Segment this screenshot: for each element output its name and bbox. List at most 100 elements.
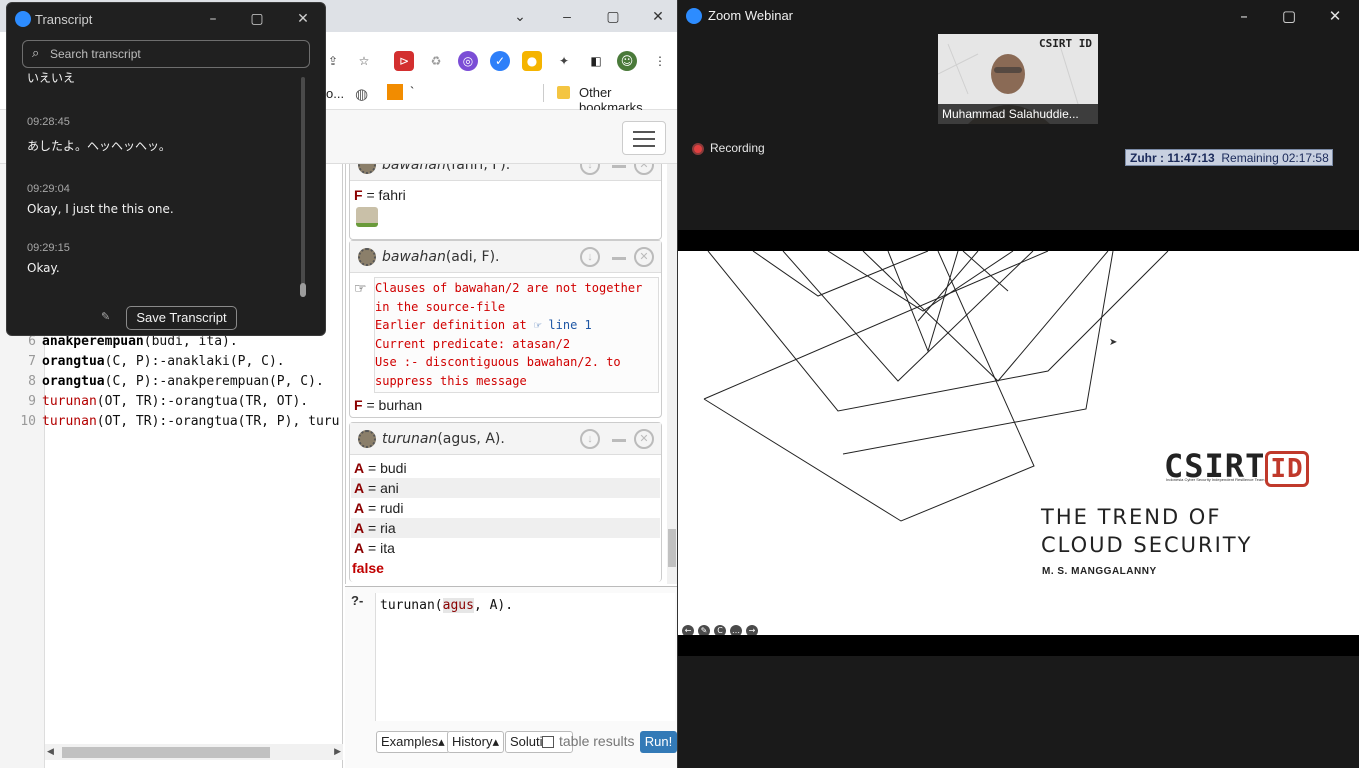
source-link[interactable]: ☞ line 1 (534, 318, 592, 332)
close-icon[interactable]: ✕ (648, 6, 668, 26)
close-circle-icon[interactable]: ✕ (634, 429, 654, 449)
zoom-logo-icon (15, 11, 31, 27)
transcript-title: Transcript (35, 12, 93, 27)
code-token: (C, P):-anaklaki(P, C). (104, 354, 285, 369)
star-icon[interactable]: ☆ (354, 51, 374, 71)
code-token: (OT, TR):-orangtua(TR, OT). (96, 394, 309, 409)
recording-icon (692, 142, 704, 155)
recording-indicator[interactable]: Recording (692, 141, 765, 155)
download-icon[interactable]: ↓ (580, 429, 600, 449)
download-icon[interactable]: ↓ (580, 247, 600, 267)
run-button[interactable]: Run! (640, 731, 677, 753)
query-header: bawahan(fahri, F). ↓ ✕ (350, 164, 661, 181)
transcript-entry-text: あしたよ。ヘッヘッヘッ。 (27, 139, 171, 153)
sidebar-icon[interactable]: ◧ (586, 51, 606, 71)
save-transcript-button[interactable]: Save Transcript (126, 306, 237, 330)
bookmark-backtick[interactable]: ` (410, 84, 414, 99)
search-icon: ⌕ (32, 46, 40, 61)
query-header: bawahan(adi, F). ↓ ✕ (350, 241, 661, 273)
transcript-entry-time: 09:29:04 (27, 183, 70, 195)
prayer-time-overlay: Zuhr : 11:47:13 Remaining 02:17:58 (1125, 149, 1333, 166)
rip-tombstone-icon (356, 207, 378, 227)
check-extension-icon[interactable]: ✓ (490, 51, 510, 71)
zoom-webinar-window: Zoom Webinar – ▢ ✕ CSIRT ID Muhammad Sal… (677, 0, 1366, 768)
minus-icon[interactable] (612, 257, 626, 260)
query-editor-pane: ?- turunan(agus, A). Examples▴ History▴ … (345, 586, 677, 768)
query-input[interactable]: turunan(agus, A). (375, 593, 675, 721)
answer-row-bg (351, 518, 660, 538)
arrow-right-icon[interactable]: → (746, 625, 758, 635)
slide-line-art (703, 251, 1169, 522)
maximize-icon[interactable]: ▢ (247, 9, 267, 29)
more-icon[interactable]: … (730, 625, 742, 635)
close-icon[interactable]: ✕ (1324, 5, 1346, 27)
zoom-logo-icon (686, 8, 702, 24)
bookmark-orange-icon[interactable] (387, 84, 403, 100)
slide-letterbox-bottom (678, 635, 1359, 656)
globe-icon[interactable]: ◍ (355, 85, 368, 103)
extension-red-icon[interactable]: ⊳ (394, 51, 414, 71)
gear-icon (358, 430, 376, 448)
minimize-icon[interactable]: – (1233, 5, 1255, 27)
horizontal-scrollbar[interactable]: ◀ ▶ (45, 744, 343, 760)
query-result-1: bawahan(fahri, F). ↓ ✕ F = fahri (349, 164, 662, 240)
search-transcript-input[interactable]: ⌕ Search transcript (22, 40, 310, 68)
menu-kebab-icon[interactable]: ⋮ (650, 51, 670, 71)
minimize-icon[interactable]: – (203, 9, 223, 29)
query-text: bawahan(fahri, F). (382, 164, 511, 173)
code-token: orangtua (42, 374, 105, 389)
code-line: 8 orangtua(C, P):-anakperempuan(P, C). (0, 372, 324, 392)
minus-icon[interactable] (612, 439, 626, 442)
extensions-icon[interactable]: ✦ (554, 51, 574, 71)
close-icon[interactable]: ✕ (293, 9, 313, 29)
hamburger-icon[interactable] (622, 121, 666, 155)
share-icon[interactable]: ⇪ (323, 51, 343, 71)
recycle-icon[interactable]: ♻ (426, 51, 446, 71)
transcript-entry-text: Okay. (27, 261, 60, 275)
code-token: turunan (42, 414, 97, 429)
query-results-pane: bawahan(fahri, F). ↓ ✕ F = fahri bawahan… (345, 164, 667, 584)
examples-button[interactable]: Examples▴ (376, 731, 450, 753)
table-results-label: table results (559, 733, 635, 749)
line-number: 8 (28, 374, 36, 389)
download-icon[interactable]: ↓ (580, 164, 600, 175)
close-circle-icon[interactable]: ✕ (634, 164, 654, 175)
zoom-window-title: Zoom Webinar (708, 8, 794, 23)
minus-icon[interactable] (612, 165, 626, 168)
minimize-icon[interactable]: – (557, 6, 577, 26)
avatar[interactable]: ☺ (617, 51, 637, 71)
slide-title: THE TREND OF CLOUD SECURITY (1041, 505, 1253, 557)
slide-controls: ← ✎ C … → (682, 620, 762, 635)
warning-text: Clauses of bawahan/2 are not together in… (375, 281, 650, 388)
chevron-down-icon[interactable]: ⌄ (510, 6, 530, 26)
close-circle-icon[interactable]: ✕ (634, 247, 654, 267)
maximize-icon[interactable]: ▢ (1278, 5, 1300, 27)
results-scrollbar[interactable] (667, 164, 677, 584)
transcript-entry-text: いえいえ (27, 71, 76, 85)
table-results-checkbox[interactable] (542, 736, 554, 748)
line-number: 9 (28, 394, 36, 409)
cc-icon[interactable]: C (714, 625, 726, 635)
transcript-entry-time: 09:29:15 (27, 242, 70, 254)
answer-row: F = burhan (354, 397, 423, 413)
slide-author: M. S. MANGGALANNY (1042, 566, 1157, 577)
participant-video-tile[interactable]: CSIRT ID Muhammad Salahuddie... (938, 34, 1098, 124)
bookmark-truncated[interactable]: o... (326, 86, 344, 101)
answer-row: A = ita (354, 540, 395, 556)
transcript-scrollbar[interactable] (300, 77, 306, 297)
code-token: (OT, TR):-orangtua(TR, P), turu (96, 414, 340, 429)
query-prompt: ?- (351, 593, 364, 608)
edit-icon[interactable]: ✎ (101, 310, 115, 324)
transcript-entry-text: Okay, I just the this one. (27, 202, 174, 216)
maximize-icon[interactable]: ▢ (603, 6, 623, 26)
arrow-left-icon[interactable]: ← (682, 625, 694, 635)
answer-row: A = rudi (354, 500, 404, 516)
bulb-extension-icon[interactable]: ● (522, 51, 542, 71)
color-picker-icon[interactable]: ◎ (458, 51, 478, 71)
participant-name: Muhammad Salahuddie... (938, 104, 1098, 124)
shared-slide: CSIRT ID Indonesia Cyber Security Indepen… (678, 251, 1359, 635)
history-button[interactable]: History▴ (447, 731, 504, 753)
line-number: 10 (20, 414, 36, 429)
code-token: orangtua (42, 354, 105, 369)
pen-icon[interactable]: ✎ (698, 625, 710, 635)
